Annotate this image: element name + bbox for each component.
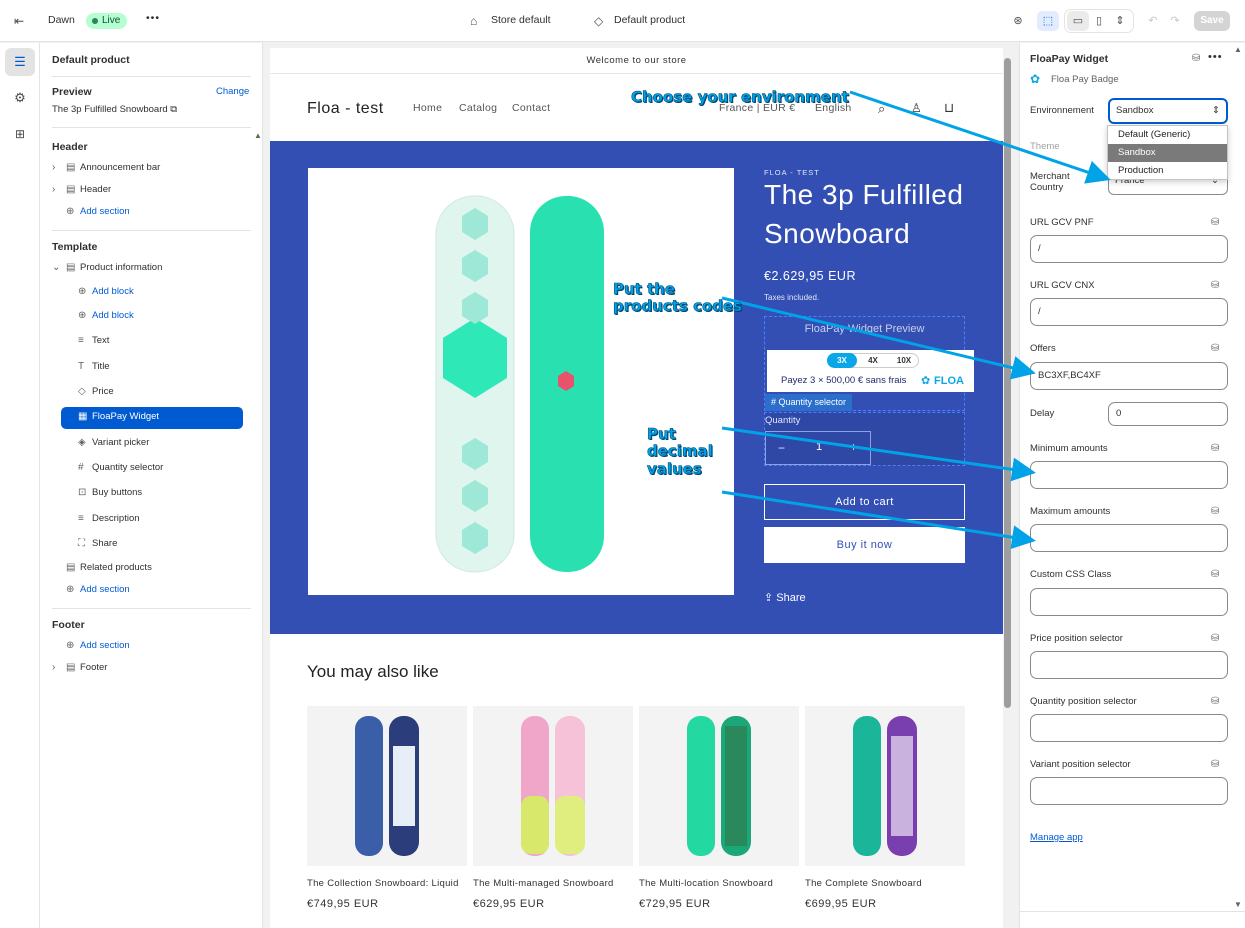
annotation-decimal-line3: values (647, 459, 702, 478)
arrow-minimum (721, 426, 1036, 482)
annotation-codes: Put the products codes (613, 280, 743, 316)
annotation-decimal: Put decimal values (647, 425, 713, 478)
arrow-environment (849, 90, 1111, 184)
annotation-codes-line1: Put the (613, 280, 676, 298)
arrow-offers (721, 296, 1036, 380)
arrow-maximum (721, 490, 1036, 550)
annotation-decimal-line2: decimal (647, 442, 713, 461)
annotation-arrows (721, 90, 1111, 550)
annotation-decimal-line1: Put (647, 425, 676, 443)
annotation-codes-line2: products codes (613, 297, 743, 316)
annotation-environment: Choose your environment (631, 88, 849, 106)
